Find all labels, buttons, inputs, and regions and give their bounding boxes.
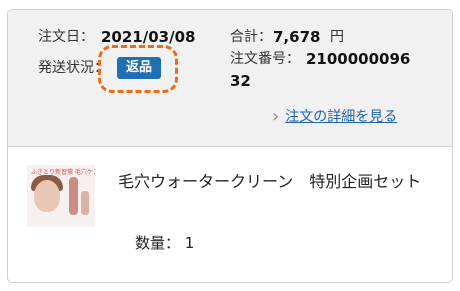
quantity: 数量： 1: [135, 233, 194, 253]
order-number-label: 注文番号：: [230, 51, 300, 67]
order-number-value-line2: 32: [230, 72, 251, 90]
product-thumbnail[interactable]: ふきとり新習慣 毛穴ケア: [27, 165, 95, 227]
status-highlight-annotation: [98, 45, 178, 93]
order-total-value: 7,678: [273, 28, 321, 46]
product-name[interactable]: 毛穴ウォータークリーン 特別企画セット: [118, 171, 438, 193]
order-total-unit: 円: [330, 29, 344, 45]
order-number-value-line1: 2100000096: [306, 50, 411, 68]
quantity-value: 1: [184, 234, 195, 252]
order-detail-link[interactable]: › 注文の詳細を見る: [272, 108, 397, 126]
order-detail-link-text: 注文の詳細を見る: [285, 109, 398, 125]
chevron-right-icon: ›: [272, 106, 280, 127]
product-bottle-small-shape: [81, 191, 89, 215]
quantity-label: 数量：: [135, 234, 181, 252]
product-bottle-shape: [69, 177, 78, 215]
model-face-shape: [34, 180, 60, 212]
order-total-label: 合計：: [230, 29, 272, 45]
order-summary-header: 注文日： 2021/03/08 合計： 7,678 円 注文番号： 210000…: [8, 10, 452, 147]
order-date-label: 注文日：: [38, 29, 94, 45]
order-date-value: 2021/03/08: [101, 28, 196, 46]
order-card: 注文日： 2021/03/08 合計： 7,678 円 注文番号： 210000…: [7, 9, 453, 283]
